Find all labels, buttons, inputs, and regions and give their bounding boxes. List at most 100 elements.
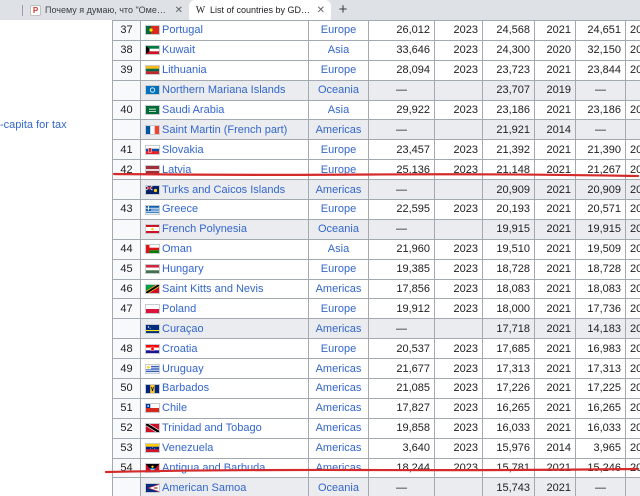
country-link[interactable]: Trinidad and Tobago [162, 422, 262, 434]
country-link[interactable]: Slovakia [162, 144, 204, 156]
region-link[interactable]: Europe [308, 199, 369, 220]
country-link[interactable]: Croatia [162, 343, 197, 355]
region-link[interactable]: Americas [308, 179, 369, 201]
browser-tab-bar: P Почему я думаю, что "Омерик ✕ W List o… [0, 0, 640, 20]
country-link[interactable]: Uruguay [162, 363, 204, 375]
region-link[interactable]: Americas [308, 417, 369, 439]
country-link[interactable]: Antigua and Barbuda [162, 462, 265, 474]
browser-tab-truncated[interactable] [0, 0, 22, 20]
flag-asamoa-icon [145, 482, 160, 493]
country-link[interactable]: Curaçao [162, 323, 204, 335]
country-link[interactable]: Greece [162, 204, 198, 216]
country-cell: Greece [140, 199, 309, 220]
country-link[interactable]: Portugal [162, 24, 203, 36]
rank-cell [112, 318, 141, 340]
country-cell: Lithuania [140, 59, 309, 81]
region-link[interactable]: Oceania [308, 218, 369, 240]
region-link[interactable]: Europe [308, 159, 369, 181]
region-link[interactable]: Americas [308, 437, 369, 459]
region-link[interactable]: Europe [308, 139, 369, 161]
flag-lithuania-icon [145, 65, 160, 76]
country-link[interactable]: Venezuela [162, 442, 213, 454]
un-year-cell: 2021 [625, 199, 640, 220]
un-estimate-cell: 19,915 [575, 218, 626, 240]
imf-estimate-cell: 26,012 [368, 20, 435, 41]
country-cell: Barbados [140, 378, 309, 399]
country-cell: Curaçao [140, 318, 309, 340]
region-link[interactable]: Americas [308, 457, 369, 479]
flag-skn-icon [145, 284, 160, 295]
region-link[interactable]: Americas [308, 358, 369, 380]
country-link[interactable]: Poland [162, 303, 196, 315]
region-link[interactable]: Americas [308, 318, 369, 340]
country-link[interactable]: Saint Kitts and Nevis [162, 283, 264, 295]
region-link[interactable]: Asia [308, 99, 369, 121]
region-link[interactable]: Asia [308, 238, 369, 260]
imf-year-cell: 2023 [434, 99, 483, 121]
region-link[interactable]: Europe [308, 20, 369, 41]
rank-cell [112, 119, 141, 141]
un-estimate-cell: 17,225 [575, 378, 626, 399]
country-link[interactable]: Hungary [162, 263, 204, 275]
un-year-cell [625, 477, 640, 496]
table-row: 47 Poland Europe 19,912 2023 18,000 2021 17,736… [112, 298, 640, 320]
un-year-cell: 2021 [625, 218, 640, 240]
worldbank-estimate-cell: 16,265 [482, 397, 535, 419]
region-link[interactable]: Americas [308, 119, 369, 141]
flag-portugal-icon [145, 25, 160, 36]
close-tab-icon[interactable]: ✕ [175, 5, 183, 16]
region-link[interactable]: Americas [308, 378, 369, 399]
per-capita-link[interactable]: -capita for tax [0, 119, 67, 131]
region-link[interactable]: Europe [308, 59, 369, 81]
region-link[interactable]: Europe [308, 258, 369, 280]
un-estimate-cell: 16,033 [575, 417, 626, 439]
country-link[interactable]: Oman [162, 243, 192, 255]
country-link[interactable]: Barbados [162, 383, 209, 395]
imf-year-cell: 2023 [434, 378, 483, 399]
region-link[interactable]: Oceania [308, 477, 369, 496]
worldbank-year-cell: 2021 [534, 358, 576, 380]
country-link[interactable]: Saint Martin (French part) [162, 124, 287, 136]
worldbank-estimate-cell: 17,313 [482, 358, 535, 380]
imf-year-cell: 2023 [434, 397, 483, 419]
imf-estimate-cell: 23,457 [368, 139, 435, 161]
country-link[interactable]: Lithuania [162, 64, 207, 76]
browser-tab-pikabu[interactable]: P Почему я думаю, что "Омерик ✕ [24, 0, 189, 20]
region-link[interactable]: Americas [308, 278, 369, 300]
table-row: 42 Latvia Europe 25,136 2023 21,148 2021 21,267… [112, 159, 640, 181]
imf-year-cell: 2023 [434, 59, 483, 81]
imf-estimate-cell: — [368, 79, 435, 101]
region-link[interactable]: Americas [308, 397, 369, 419]
browser-tab-wikipedia[interactable]: W List of countries by GDP (nomin ✕ [189, 0, 331, 20]
imf-estimate-cell: 19,858 [368, 417, 435, 439]
country-link[interactable]: Turks and Caicos Islands [162, 184, 285, 196]
country-link[interactable]: Saudi Arabia [162, 104, 224, 116]
country-link[interactable]: American Samoa [162, 482, 246, 494]
new-tab-button[interactable]: + [334, 1, 352, 19]
worldbank-estimate-cell: 15,743 [482, 477, 535, 496]
worldbank-year-cell: 2014 [534, 119, 576, 141]
rank-cell: 49 [112, 358, 141, 380]
imf-estimate-cell: — [368, 119, 435, 141]
country-link[interactable]: Latvia [162, 164, 191, 176]
rank-cell: 54 [112, 457, 141, 479]
un-estimate-cell: 23,844 [575, 59, 626, 81]
region-link[interactable]: Europe [308, 338, 369, 360]
country-cell: French Polynesia [140, 218, 309, 240]
table-row: 37 Portugal Europe 26,012 2023 24,568 2021 24,6… [112, 20, 640, 41]
country-link[interactable]: Kuwait [162, 44, 195, 56]
country-link[interactable]: French Polynesia [162, 223, 247, 235]
region-link[interactable]: Asia [308, 39, 369, 61]
truncated-tab-icon [0, 5, 11, 16]
pikabu-icon: P [30, 4, 41, 16]
close-tab-icon[interactable]: ✕ [317, 5, 325, 16]
country-link[interactable]: Northern Mariana Islands [162, 84, 286, 96]
flag-chile-icon [145, 403, 160, 414]
country-link[interactable]: Chile [162, 402, 187, 414]
imf-year-cell: 2023 [434, 417, 483, 439]
table-row: 53 Venezuela Americas 3,640 2023 15,976 2014 3,… [112, 437, 640, 459]
un-estimate-cell: 23,186 [575, 99, 626, 121]
flag-croatia-icon [145, 343, 160, 354]
region-link[interactable]: Oceania [308, 79, 369, 101]
region-link[interactable]: Europe [308, 298, 369, 320]
